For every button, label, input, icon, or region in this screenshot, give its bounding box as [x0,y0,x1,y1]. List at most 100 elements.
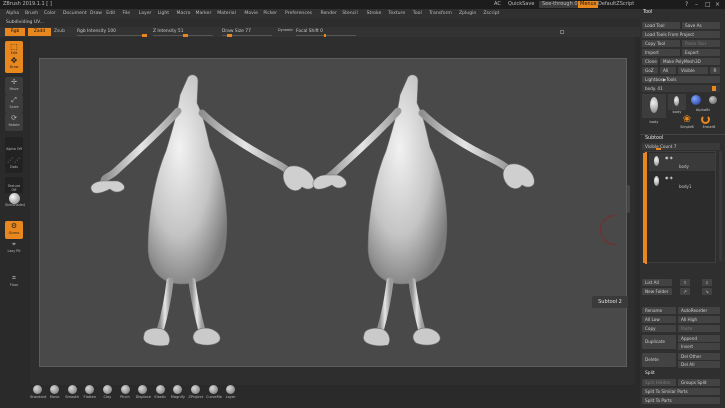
split-parts-button[interactable]: Split To Parts [642,397,720,404]
dynamic-toggle[interactable]: Dynamic [278,25,293,35]
subtool-row[interactable]: ◉ ◈ body [649,153,715,171]
tool-thumb-body[interactable] [642,94,666,118]
rotate-button[interactable]: ⟳ Rotate [5,113,23,131]
toolbar-divider-icon[interactable] [560,30,564,34]
copy-button[interactable]: Copy [642,325,676,332]
menu-file[interactable]: File [122,9,130,19]
del-all-button[interactable]: Del All [678,361,720,368]
menu-tool[interactable]: Tool [413,9,422,19]
subtool-scrollbar[interactable] [719,151,722,261]
draw-button[interactable]: ✥ Draw [5,55,23,73]
menu-movie[interactable]: Movie [244,9,258,19]
brush-flatten[interactable]: Flatten [83,385,97,399]
brush-pinch[interactable]: Pinch [118,385,132,399]
eye-icon[interactable]: ◉ ◈ [665,175,673,180]
menu-zscript[interactable]: Zscript [483,9,499,19]
arrow-up-icon[interactable]: ⇧ [680,279,690,286]
r-button[interactable]: R [710,67,720,74]
del-other-button[interactable]: Del Other [678,353,720,360]
move-button[interactable]: ✢ Move [5,77,23,95]
insert-button[interactable]: Insert [678,343,720,350]
brush-curveme[interactable]: CurveMe [206,385,222,399]
brush-smooth[interactable]: Smooth [65,385,79,399]
brush-layer[interactable]: Layer [224,385,238,399]
rgb-toggle[interactable]: Rgb [5,28,25,36]
paste-button[interactable]: Paste [678,325,720,332]
z-intensity-slider[interactable]: Z Intensity 51 [153,27,213,37]
material-button[interactable]: SkinShade4 [5,193,25,211]
visible-button[interactable]: Visible [678,67,708,74]
viewport-scrollbar[interactable] [627,185,630,213]
scale-button[interactable]: ⤢ Scale [5,95,23,113]
subtool-row[interactable]: ◉ ◈ body1 [649,173,715,191]
menu-brush[interactable]: Brush [25,9,38,19]
rename-button[interactable]: Rename [642,307,676,314]
tool-thumb-extra[interactable] [706,94,720,108]
all-high-button[interactable]: All High [678,316,720,323]
visible-count-slider[interactable]: Visible Count 7 [642,143,720,150]
close-icon[interactable]: × [715,0,720,9]
split-hidden-button[interactable]: Split Hidden [642,379,676,386]
import-button[interactable]: Import [642,49,680,56]
menu-picker[interactable]: Picker [263,9,277,19]
minimize-icon[interactable]: – [695,0,698,9]
maximize-icon[interactable]: □ [705,0,711,9]
tool-thumb-body-small[interactable] [668,94,686,110]
save-as-button[interactable]: Save As [682,22,720,29]
zadd-toggle[interactable]: Zadd [28,28,51,36]
autoreorder-button[interactable]: AutoReorder [678,307,720,314]
load-tool-button[interactable]: Load Tool [642,22,680,29]
see-through-slider[interactable]: See-through 0 [539,1,581,8]
paste-tool-button[interactable]: Paste Tool [682,40,720,47]
brush-zproject[interactable]: ZProject [188,385,203,399]
menu-material[interactable]: Material [217,9,236,19]
arrow-down-icon[interactable]: ⇩ [702,279,712,286]
menu-edit[interactable]: Edit [106,9,115,19]
brush-standard[interactable]: Standard [30,385,46,399]
append-button[interactable]: Append [678,335,720,342]
alpha-button[interactable]: Alpha Off [5,137,23,155]
tool-thumb-alphabrush[interactable] [688,94,704,108]
menu-texture[interactable]: Texture [388,9,405,19]
lazy-pit-button[interactable]: ⌖ Lazy Pit [5,239,23,257]
stroke-button[interactable]: ⋰⋰ Dots [5,155,23,173]
draw-size-slider[interactable]: Draw Size 77 [222,27,272,37]
move-down-icon[interactable]: ↘ [702,288,712,295]
lightbox-tools-button[interactable]: Lightbox▶Tools [642,76,720,83]
floor-button[interactable]: ⌗ Floor [5,273,23,291]
duplicate-button[interactable]: Duplicate [642,335,676,349]
subtool-header[interactable]: Subtool [645,136,663,141]
split-similar-button[interactable]: Split To Similar Parts [642,388,720,395]
brush-clay[interactable]: Clay [100,385,114,399]
eye-icon[interactable]: ◉ ◈ [665,155,673,160]
list-all-button[interactable]: List All [642,279,672,286]
menu-light[interactable]: Light [158,9,169,19]
zsub-toggle[interactable]: Zsub [54,27,70,37]
load-from-project-button[interactable]: Load Tools From Project [642,31,720,38]
delete-button[interactable]: Delete [642,353,676,367]
menu-layer[interactable]: Layer [139,9,152,19]
menu-preferences[interactable]: Preferences [285,9,312,19]
clone-button[interactable]: Clone [642,58,658,65]
help-icon[interactable]: ? [685,0,688,9]
menu-render[interactable]: Render [321,9,337,19]
menu-draw[interactable]: Draw [90,9,102,19]
export-button[interactable]: Export [682,49,720,56]
body-tool-slider[interactable]: body. 41 [642,85,720,92]
brush-displace[interactable]: Displace [136,385,151,399]
menu-zplugin[interactable]: Zplugin [459,9,476,19]
ac-label[interactable]: AC [494,0,501,9]
menu-color[interactable]: Color [44,9,56,19]
all-button[interactable]: All [660,67,676,74]
menu-transform[interactable]: Transform [429,9,452,19]
brush-elastic[interactable]: Elastic [153,385,167,399]
focal-shift-slider[interactable]: Focal Shift 0 [296,27,356,37]
copy-tool-button[interactable]: Copy Tool [642,40,680,47]
all-low-button[interactable]: All Low [642,316,676,323]
menu-stroke[interactable]: Stroke [367,9,382,19]
goz-button[interactable]: GoZ [642,67,658,74]
menu-macro[interactable]: Macro [177,9,191,19]
viewport-canvas[interactable] [39,58,627,367]
move-up-icon[interactable]: ↗ [680,288,690,295]
gizmo-button[interactable]: ⚙ Gizmo [5,221,23,239]
